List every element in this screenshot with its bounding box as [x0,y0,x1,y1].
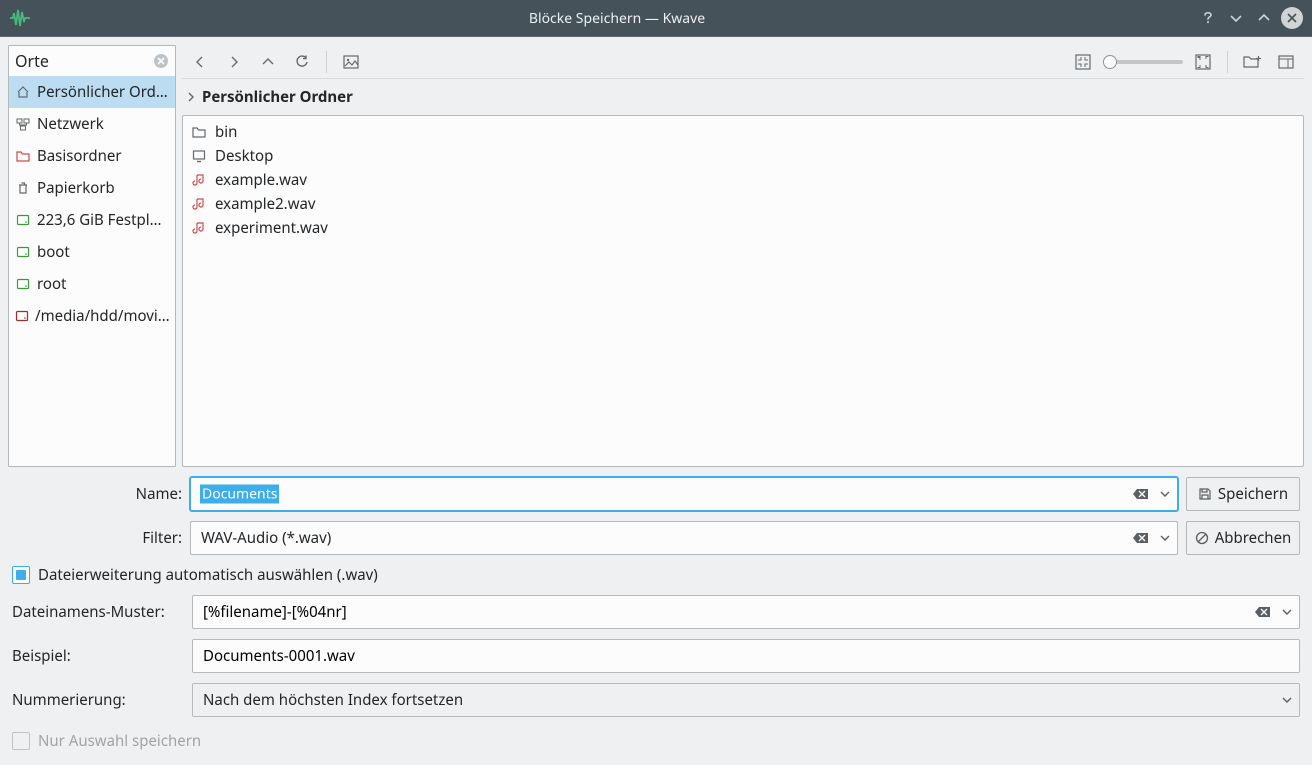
view-options-button[interactable] [1272,48,1300,76]
audio-icon [191,173,207,187]
home-icon [15,85,31,99]
pattern-field[interactable] [192,595,1300,629]
window-title: Blöcke Speichern — Kwave [40,9,1194,28]
audio-icon [191,221,207,235]
chevron-right-icon [186,91,196,103]
nav-back-button[interactable] [186,48,214,76]
name-field[interactable]: Documents [190,477,1178,511]
name-label: Name: [12,484,182,504]
pattern-label: Dateinamens-Muster: [12,602,184,622]
titlebar: Blöcke Speichern — Kwave [0,0,1312,37]
clear-icon[interactable] [1132,485,1150,503]
only-selection-checkbox [12,732,30,750]
file-name: example2.wav [215,194,316,214]
sidebar-item-root[interactable]: root [9,268,175,300]
sidebar-item-basefolder[interactable]: Basisordner [9,140,175,172]
chevron-down-icon[interactable] [1278,603,1296,621]
toolbar [182,45,1304,79]
example-field [192,639,1300,673]
nav-reload-button[interactable] [288,48,316,76]
zoom-in-button[interactable] [1189,48,1217,76]
file-item[interactable]: experiment.wav [191,216,1295,240]
places-panel: Orte Persönlicher Ord… Netzwerk Basisord… [8,45,176,467]
file-item[interactable]: Desktop [191,144,1295,168]
cancel-button[interactable]: Abbrechen [1186,521,1300,555]
file-item[interactable]: bin [191,120,1295,144]
save-button[interactable]: Speichern [1186,477,1300,511]
file-item[interactable]: example.wav [191,168,1295,192]
close-button[interactable] [1278,4,1306,32]
clear-icon[interactable] [1254,603,1272,621]
drive-icon [15,277,31,291]
chevron-down-icon[interactable] [1156,485,1174,503]
chevron-down-icon[interactable] [1156,529,1174,547]
example-label: Beispiel: [12,646,184,666]
file-name: bin [215,122,237,142]
sidebar-item-media[interactable]: /media/hdd/movi… [9,300,175,332]
sidebar-item-label: Basisordner [37,146,122,166]
show-preview-button[interactable] [337,48,365,76]
file-name: example.wav [215,170,307,190]
audio-icon [191,197,207,211]
maximize-button[interactable] [1250,4,1278,32]
file-item[interactable]: example2.wav [191,192,1295,216]
clear-icon[interactable] [1132,529,1150,547]
chevron-down-icon[interactable] [1278,691,1296,709]
auto-extension-checkbox[interactable] [12,566,30,584]
sidebar-item-label: Netzwerk [37,114,104,134]
auto-extension-label: Dateierweiterung automatisch auswählen (… [38,565,378,585]
new-folder-button[interactable] [1238,48,1266,76]
sidebar-item-label: Papierkorb [37,178,115,198]
help-button[interactable] [1194,4,1222,32]
nav-forward-button[interactable] [220,48,248,76]
breadcrumb-current[interactable]: Persönlicher Ordner [202,87,353,107]
network-icon [15,117,31,131]
drive-icon [15,245,31,259]
app-icon [0,0,40,36]
numbering-label: Nummerierung: [12,690,184,710]
nav-up-button[interactable] [254,48,282,76]
places-close-icon[interactable] [153,53,169,69]
sidebar-item-disk1[interactable]: 223,6 GiB Festpl… [9,204,175,236]
sidebar-item-network[interactable]: Netzwerk [9,108,175,140]
sidebar-item-trash[interactable]: Papierkorb [9,172,175,204]
zoom-slider[interactable] [1103,60,1183,64]
save-icon [1198,487,1212,501]
sidebar-item-label: boot [37,242,70,262]
drive-icon [15,213,31,227]
sidebar-item-label: Persönlicher Ord… [37,82,168,102]
only-selection-label: Nur Auswahl speichern [38,731,201,751]
zoom-out-button[interactable] [1069,48,1097,76]
drive-icon [15,309,29,323]
places-list: Persönlicher Ord… Netzwerk Basisordner P… [9,76,175,466]
file-name: experiment.wav [215,218,328,238]
desktop-icon [191,149,207,163]
filter-label: Filter: [12,528,182,548]
breadcrumb[interactable]: Persönlicher Ordner [182,79,1304,115]
cancel-icon [1195,531,1209,545]
sidebar-item-boot[interactable]: boot [9,236,175,268]
folder-icon [15,149,31,163]
file-listing[interactable]: bin Desktop example.wav example2.wav exp… [182,115,1304,467]
trash-icon [15,181,31,195]
sidebar-item-label: /media/hdd/movi… [35,306,170,326]
filter-field[interactable]: WAV-Audio (*.wav) [190,521,1178,555]
places-title: Orte [15,50,149,72]
sidebar-item-label: 223,6 GiB Festpl… [37,210,162,230]
numbering-field[interactable]: Nach dem höchsten Index fortsetzen [192,683,1300,717]
sidebar-item-home[interactable]: Persönlicher Ord… [9,76,175,108]
folder-outline-icon [191,125,207,139]
sidebar-item-label: root [37,274,66,294]
minimize-button[interactable] [1222,4,1250,32]
file-name: Desktop [215,146,273,166]
